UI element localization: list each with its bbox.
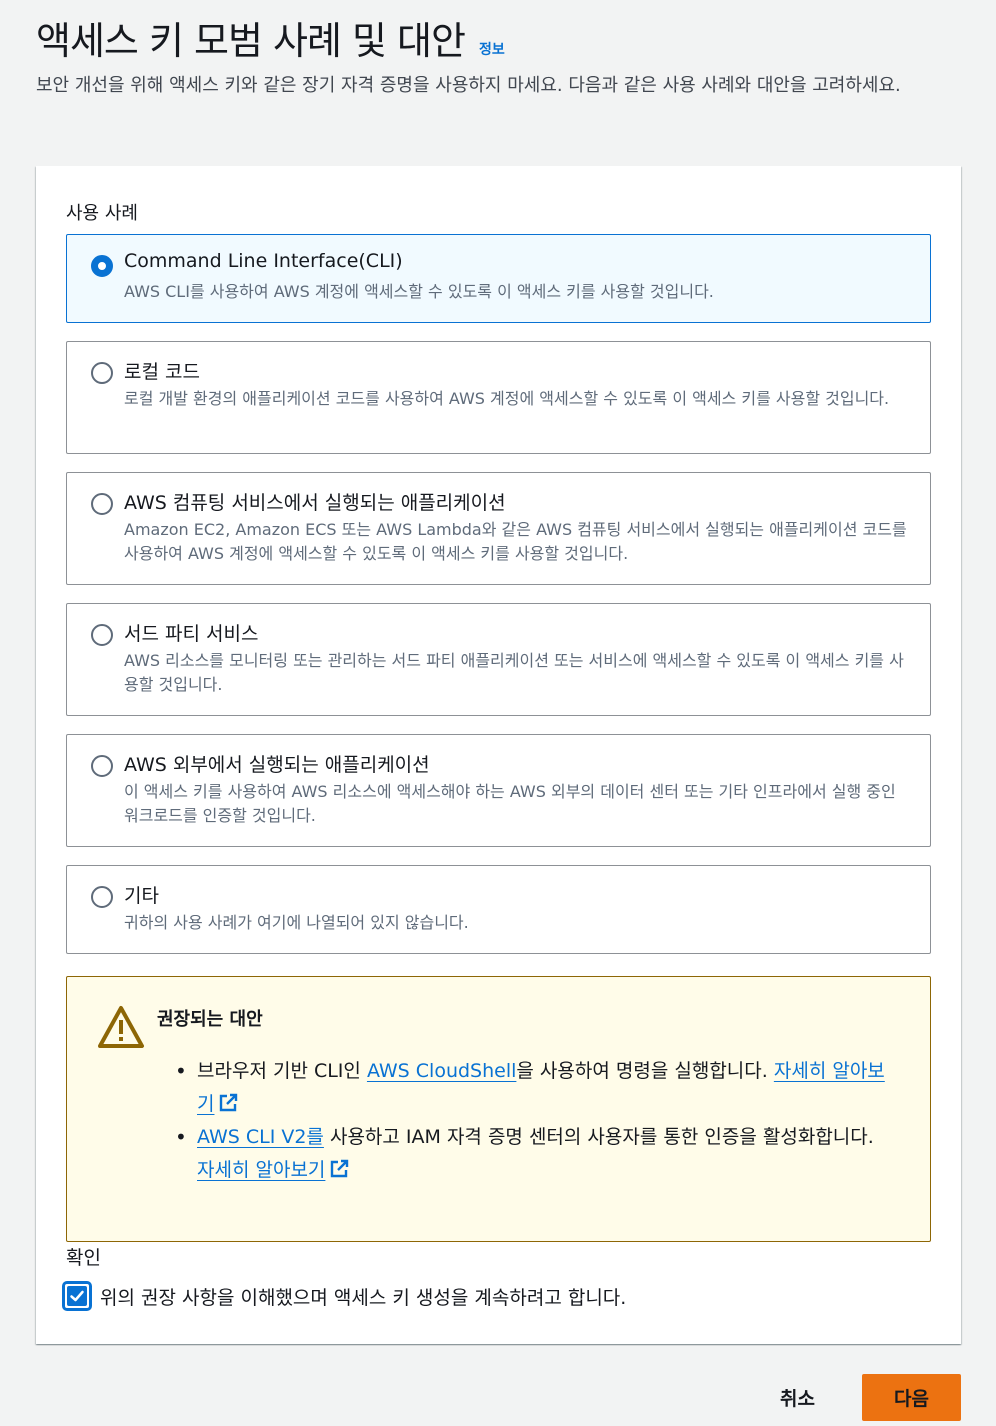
warning-icon: [98, 1006, 144, 1048]
radio-other[interactable]: [91, 886, 113, 908]
alert-item-cli-v2: AWS CLI V2를 사용하고 IAM 자격 증명 센터의 사용자를 통한 인…: [175, 1121, 897, 1187]
confirmation-checkbox-row[interactable]: 위의 권장 사항을 이해했으며 액세스 키 생성을 계속하려고 합니다.: [62, 1281, 626, 1311]
radio-local-code[interactable]: [91, 362, 113, 384]
option-cli[interactable]: Command Line Interface(CLI) AWS CLI를 사용하…: [66, 234, 931, 323]
recommended-alternatives-alert: 권장되는 대안 브라우저 기반 CLI인 AWS CloudShell을 사용하…: [66, 976, 931, 1242]
option-title: AWS 컴퓨팅 서비스에서 실행되는 애플리케이션: [124, 492, 506, 514]
option-outside-aws[interactable]: AWS 외부에서 실행되는 애플리케이션 이 액세스 키를 사용하여 AWS 리…: [66, 734, 931, 847]
option-description: 로컬 개발 환경의 애플리케이션 코드를 사용하여 AWS 계정에 액세스할 수…: [124, 389, 890, 408]
confirmation-checkbox-label: 위의 권장 사항을 이해했으며 액세스 키 생성을 계속하려고 합니다.: [100, 1286, 627, 1309]
option-third-party[interactable]: 서드 파티 서비스 AWS 리소스를 모니터링 또는 관리하는 서드 파티 애플…: [66, 603, 931, 716]
external-link-icon: [220, 1093, 238, 1112]
checkmark-icon: [67, 1286, 87, 1306]
alert-list: 브라우저 기반 CLI인 AWS CloudShell을 사용하여 명령을 실행…: [175, 1055, 897, 1187]
cloudshell-link[interactable]: AWS CloudShell: [367, 1060, 516, 1082]
option-local-code[interactable]: 로컬 코드 로컬 개발 환경의 애플리케이션 코드를 사용하여 AWS 계정에 …: [66, 341, 931, 454]
option-description: Amazon EC2, Amazon ECS 또는 AWS Lambda와 같은…: [124, 520, 907, 563]
info-link[interactable]: 정보: [479, 39, 505, 59]
next-button[interactable]: 다음: [862, 1374, 961, 1421]
radio-cli[interactable]: [91, 255, 113, 277]
option-aws-compute[interactable]: AWS 컴퓨팅 서비스에서 실행되는 애플리케이션 Amazon EC2, Am…: [66, 472, 931, 585]
confirmation-label: 확인: [66, 1247, 101, 1269]
option-other[interactable]: 기타 귀하의 사용 사례가 여기에 나열되어 있지 않습니다.: [66, 865, 931, 954]
option-title: 로컬 코드: [124, 361, 200, 383]
alert-item-cloudshell: 브라우저 기반 CLI인 AWS CloudShell을 사용하여 명령을 실행…: [175, 1055, 897, 1121]
learn-more-link[interactable]: 자세히 알아보기: [197, 1159, 349, 1181]
radio-aws-compute[interactable]: [91, 493, 113, 515]
cli-v2-link[interactable]: AWS CLI V2를: [197, 1126, 324, 1148]
use-case-panel: 사용 사례 Command Line Interface(CLI) AWS CL…: [36, 166, 961, 1344]
use-case-label: 사용 사례: [66, 203, 138, 224]
option-title: AWS 외부에서 실행되는 애플리케이션: [124, 754, 430, 776]
external-link-icon: [331, 1159, 349, 1178]
option-title: 기타: [124, 885, 159, 907]
confirmation-checkbox[interactable]: [62, 1281, 92, 1311]
option-title: Command Line Interface(CLI): [124, 250, 403, 272]
page-title: 액세스 키 모범 사례 및 대안: [36, 19, 466, 63]
radio-third-party[interactable]: [91, 624, 113, 646]
alert-text: 을 사용하여 명령을 실행합니다.: [516, 1060, 774, 1082]
radio-outside-aws[interactable]: [91, 755, 113, 777]
alert-title: 권장되는 대안: [157, 1009, 263, 1030]
option-description: 귀하의 사용 사례가 여기에 나열되어 있지 않습니다.: [124, 913, 469, 932]
option-description: AWS CLI를 사용하여 AWS 계정에 액세스할 수 있도록 이 액세스 키…: [124, 282, 714, 301]
option-description: AWS 리소스를 모니터링 또는 관리하는 서드 파티 애플리케이션 또는 서비…: [124, 651, 904, 694]
option-title: 서드 파티 서비스: [124, 623, 259, 645]
page-header: 액세스 키 모범 사례 및 대안 정보: [36, 10, 966, 65]
alert-text: 사용하고 IAM 자격 증명 센터의 사용자를 통한 인증을 활성화합니다.: [323, 1126, 874, 1148]
alert-text: 브라우저 기반 CLI인: [197, 1060, 367, 1082]
cancel-button[interactable]: 취소: [780, 1384, 815, 1411]
learn-more-label: 자세히 알아보기: [197, 1159, 326, 1181]
option-description: 이 액세스 키를 사용하여 AWS 리소스에 액세스해야 하는 AWS 외부의 …: [124, 782, 896, 825]
page-description: 보안 개선을 위해 액세스 키와 같은 장기 자격 증명을 사용하지 마세요. …: [36, 75, 901, 96]
